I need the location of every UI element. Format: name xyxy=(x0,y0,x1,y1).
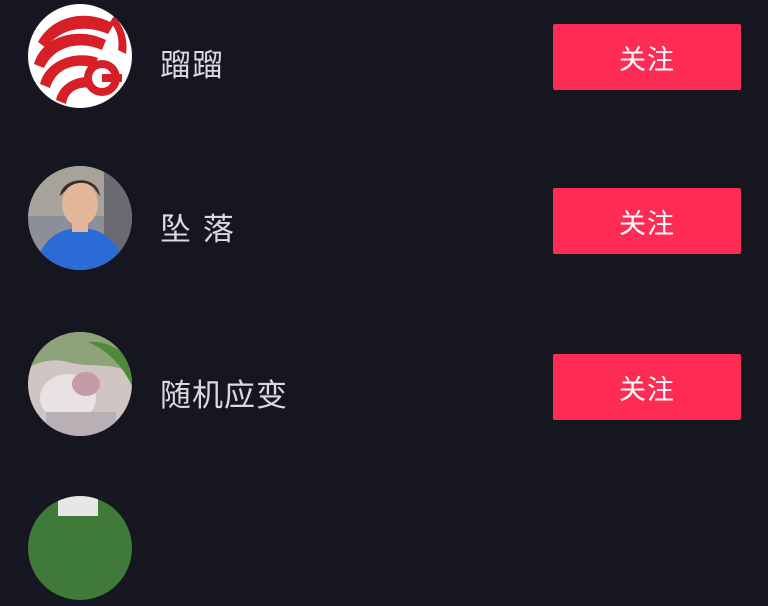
user-name[interactable]: 随机应变 xyxy=(160,370,288,415)
user-name[interactable]: 蹓蹓 xyxy=(160,40,224,85)
red-swirl-logo-icon xyxy=(28,4,132,108)
avatar[interactable] xyxy=(28,496,132,600)
avatar[interactable] xyxy=(28,4,132,108)
user-name[interactable]: 坠 落 xyxy=(160,204,235,249)
follow-button[interactable]: 关注 xyxy=(553,24,741,90)
list-item[interactable]: 蹓蹓 关注 xyxy=(0,2,768,112)
list-item[interactable]: 随机应变 关注 xyxy=(0,332,768,442)
list-item[interactable] xyxy=(0,496,768,606)
person-photo-icon xyxy=(28,166,132,270)
photo-thumbnail-icon xyxy=(28,332,132,436)
avatar[interactable] xyxy=(28,166,132,270)
avatar[interactable] xyxy=(28,332,132,436)
user-list: 蹓蹓 关注 坠 落 关注 随机应变 关注 xyxy=(0,0,768,600)
photo-thumbnail-icon xyxy=(28,496,132,600)
list-item[interactable]: 坠 落 关注 xyxy=(0,166,768,276)
follow-button[interactable]: 关注 xyxy=(553,354,741,420)
follow-button[interactable]: 关注 xyxy=(553,188,741,254)
